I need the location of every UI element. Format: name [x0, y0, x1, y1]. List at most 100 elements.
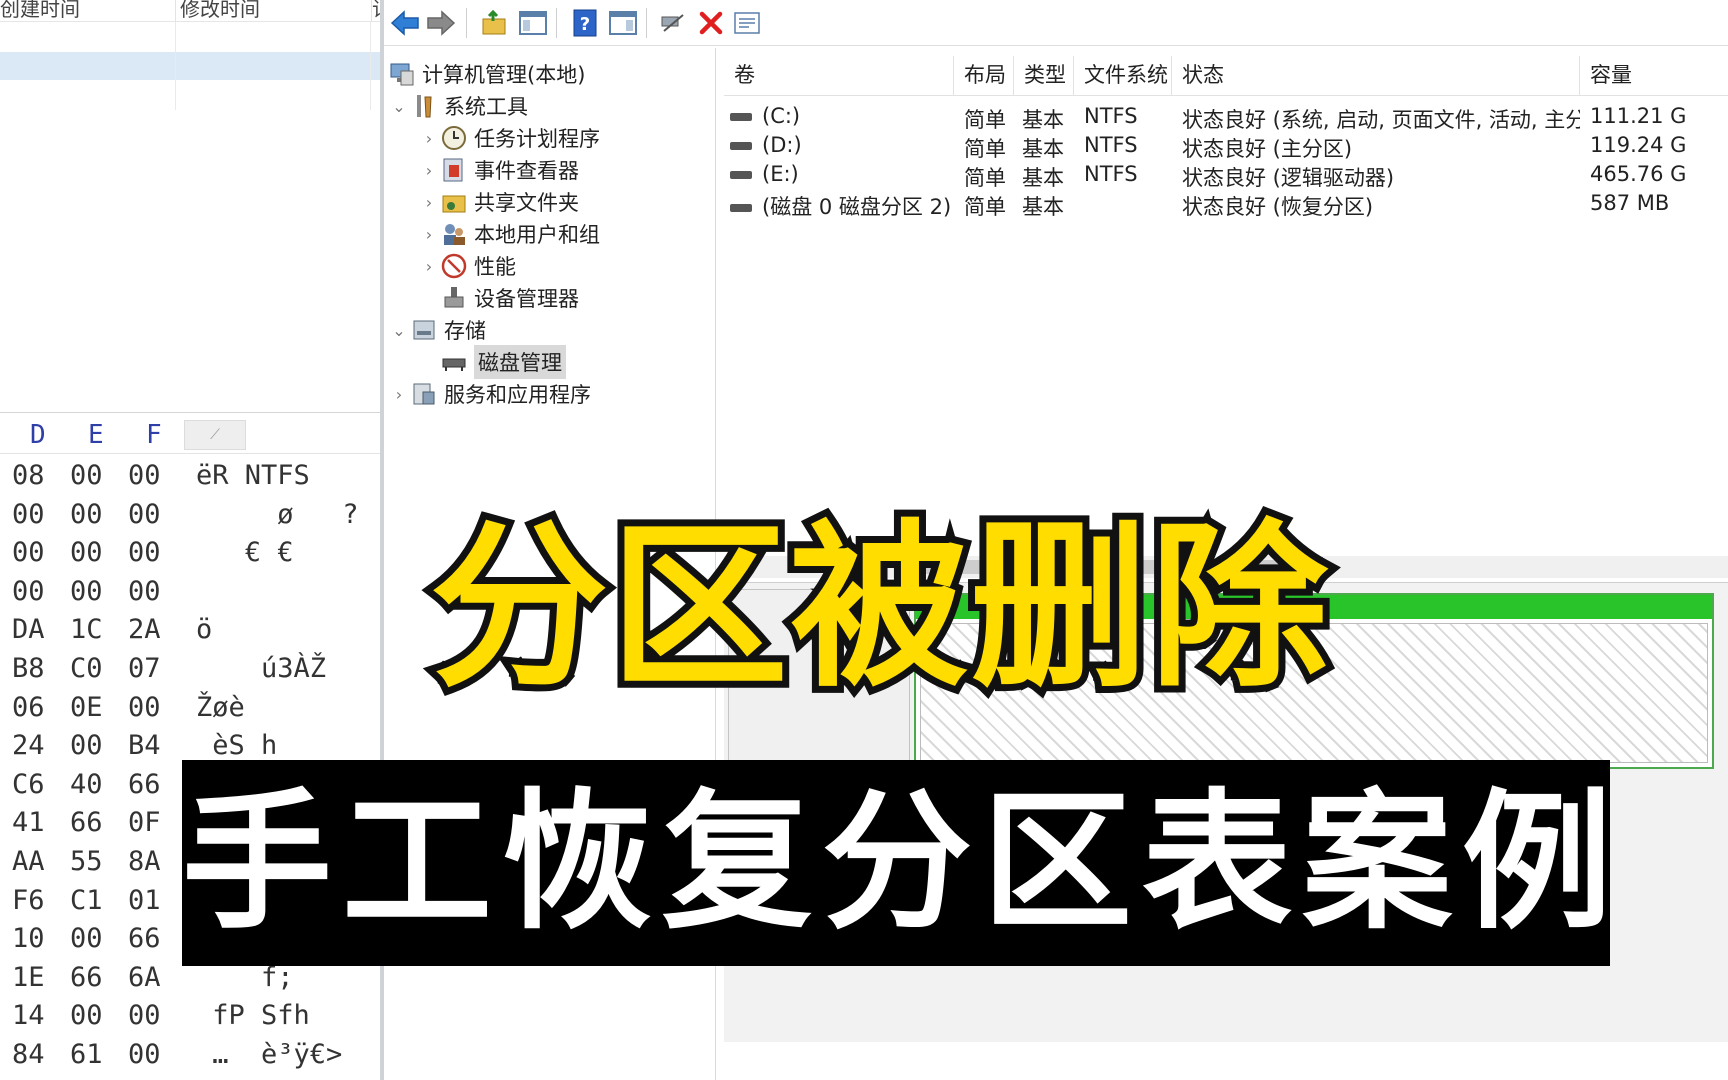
connect-icon[interactable]: [656, 6, 690, 40]
tree-item-task-scheduler[interactable]: › 任务计划程序: [418, 122, 600, 154]
hex-byte[interactable]: 14: [12, 1000, 45, 1031]
delete-icon[interactable]: [694, 6, 728, 40]
hex-byte[interactable]: 2A: [128, 614, 161, 645]
hex-ascii-text[interactable]: f;: [196, 962, 294, 993]
hex-byte[interactable]: 00: [128, 1000, 161, 1031]
tree-item-local-users[interactable]: › 本地用户和组: [418, 218, 600, 250]
tree-item-shared-folders[interactable]: › 共享文件夹: [418, 186, 579, 218]
hex-byte[interactable]: 00: [128, 692, 161, 723]
chevron-down-icon[interactable]: ⌄: [388, 97, 410, 116]
column-header-volume[interactable]: 卷: [724, 56, 954, 96]
file-list-row-selected[interactable]: [0, 52, 382, 80]
hex-byte[interactable]: B8: [12, 653, 45, 684]
show-hide-tree-icon[interactable]: [516, 6, 550, 40]
hex-byte[interactable]: 06: [12, 692, 45, 723]
hex-byte[interactable]: 00: [70, 460, 103, 491]
hex-byte[interactable]: 66: [70, 807, 103, 838]
chevron-right-icon[interactable]: ›: [418, 193, 440, 212]
hex-byte[interactable]: 8A: [128, 846, 161, 877]
column-header-filesystem[interactable]: 文件系统: [1074, 56, 1172, 96]
hex-ascii-text[interactable]: Žøè: [196, 692, 245, 723]
hex-byte[interactable]: 00: [128, 460, 161, 491]
hex-byte[interactable]: 66: [128, 769, 161, 800]
hex-byte[interactable]: 84: [12, 1039, 45, 1070]
action-pane-icon[interactable]: [606, 6, 640, 40]
hex-byte[interactable]: 00: [70, 537, 103, 568]
hex-byte[interactable]: 0F: [128, 807, 161, 838]
column-header-capacity[interactable]: 容量: [1580, 56, 1728, 96]
chevron-right-icon[interactable]: ›: [418, 225, 440, 244]
hex-byte[interactable]: 24: [12, 730, 45, 761]
hex-byte[interactable]: 08: [12, 460, 45, 491]
hex-byte[interactable]: 00: [70, 499, 103, 530]
hex-ascii-text[interactable]: ö: [196, 614, 212, 645]
hex-row[interactable]: 08 00 00 ëR NTFS: [0, 456, 382, 495]
column-header-created[interactable]: 创建时间: [0, 0, 176, 22]
tree-item-event-viewer[interactable]: › 事件查看器: [418, 154, 579, 186]
hex-byte[interactable]: 66: [70, 962, 103, 993]
hex-byte[interactable]: 07: [128, 653, 161, 684]
hex-byte[interactable]: 00: [128, 499, 161, 530]
tree-item-system-tools[interactable]: ⌄ 系统工具: [388, 90, 528, 122]
hex-row[interactable]: 24 00 B4 èS h: [0, 726, 382, 765]
hex-byte[interactable]: 55: [70, 846, 103, 877]
chevron-right-icon[interactable]: ›: [388, 385, 410, 404]
tree-item-services-apps[interactable]: › 服务和应用程序: [388, 378, 591, 410]
hex-byte[interactable]: 00: [12, 537, 45, 568]
hex-ascii-text[interactable]: ëR NTFS: [196, 460, 310, 491]
hex-row[interactable]: 14 00 00 fP Sfh: [0, 996, 382, 1035]
hex-ascii-text[interactable]: € €: [196, 537, 294, 568]
hex-byte[interactable]: 66: [128, 923, 161, 954]
tree-item-disk-management[interactable]: 磁盘管理: [418, 345, 566, 379]
column-header-status[interactable]: 状态: [1172, 56, 1580, 96]
tree-item-performance[interactable]: › 性能: [418, 250, 516, 282]
hex-byte[interactable]: 00: [128, 576, 161, 607]
tree-item-device-manager[interactable]: 设备管理器: [418, 282, 579, 314]
tree-item-storage[interactable]: ⌄ 存储: [388, 314, 486, 346]
hex-byte[interactable]: 10: [12, 923, 45, 954]
chevron-right-icon[interactable]: ›: [418, 257, 440, 276]
hex-byte[interactable]: F6: [12, 885, 45, 916]
hex-byte[interactable]: 00: [70, 730, 103, 761]
hex-byte[interactable]: C1: [70, 885, 103, 916]
hex-ascii-text[interactable]: … è³ÿ€>: [196, 1039, 342, 1070]
properties-icon[interactable]: [730, 6, 764, 40]
hex-row[interactable]: 84 61 00 … è³ÿ€>: [0, 1035, 382, 1074]
hex-byte[interactable]: 01: [128, 885, 161, 916]
hex-byte[interactable]: 00: [70, 576, 103, 607]
hex-byte[interactable]: 41: [12, 807, 45, 838]
hex-byte[interactable]: 00: [70, 923, 103, 954]
forward-arrow-icon[interactable]: [424, 6, 458, 40]
hex-byte[interactable]: 00: [128, 1039, 161, 1070]
hex-ascii-text[interactable]: èS h: [196, 730, 277, 761]
hex-byte[interactable]: 1E: [12, 962, 45, 993]
volume-row[interactable]: (磁盘 0 磁盘分区 2) 简单 基本 状态良好 (恢复分区) 587 MB: [724, 187, 1728, 219]
file-list-row[interactable]: [0, 82, 382, 110]
hex-byte[interactable]: DA: [12, 614, 45, 645]
tree-item-computer-management[interactable]: 计算机管理(本地): [388, 58, 585, 90]
help-icon[interactable]: ?: [568, 6, 602, 40]
hex-byte[interactable]: 0E: [70, 692, 103, 723]
hex-byte[interactable]: C6: [12, 769, 45, 800]
hex-byte[interactable]: 40: [70, 769, 103, 800]
back-arrow-icon[interactable]: [388, 6, 422, 40]
hex-byte[interactable]: C0: [70, 653, 103, 684]
hex-byte[interactable]: 6A: [128, 962, 161, 993]
up-folder-icon[interactable]: [478, 6, 512, 40]
volume-row[interactable]: (C:) 简单 基本 NTFS 状态良好 (系统, 启动, 页面文件, 活动, 主分区)…: [724, 100, 1728, 132]
column-header-modified[interactable]: 修改时间: [176, 0, 372, 22]
chevron-right-icon[interactable]: ›: [418, 161, 440, 180]
text-column-tab[interactable]: ⟋: [184, 420, 246, 450]
column-header-layout[interactable]: 布局: [954, 56, 1014, 96]
volume-row[interactable]: (D:) 简单 基本 NTFS 状态良好 (主分区) 119.24 G: [724, 129, 1728, 161]
pane-divider[interactable]: [0, 412, 382, 413]
hex-byte[interactable]: B4: [128, 730, 161, 761]
file-list-row[interactable]: [0, 22, 382, 50]
hex-byte[interactable]: 00: [70, 1000, 103, 1031]
volume-row[interactable]: (E:) 简单 基本 NTFS 状态良好 (逻辑驱动器) 465.76 G: [724, 158, 1728, 190]
hex-ascii-text[interactable]: fP Sfh: [196, 1000, 310, 1031]
hex-byte[interactable]: 00: [12, 576, 45, 607]
hex-byte[interactable]: 00: [12, 499, 45, 530]
hex-byte[interactable]: AA: [12, 846, 45, 877]
hex-byte[interactable]: 1C: [70, 614, 103, 645]
